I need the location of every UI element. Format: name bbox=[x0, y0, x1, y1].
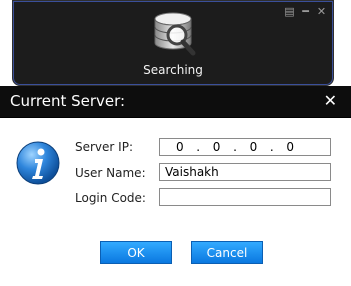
dialog-titlebar: Current Server: ✕ bbox=[0, 86, 351, 117]
database-search-icon bbox=[154, 12, 196, 56]
ip-octet-2[interactable]: 0 bbox=[213, 139, 221, 155]
ip-dot: . bbox=[233, 140, 237, 154]
ip-octet-1[interactable]: 0 bbox=[176, 139, 184, 155]
user-name-label: User Name: bbox=[75, 166, 146, 180]
searching-label: Searching bbox=[143, 63, 203, 77]
login-code-input[interactable] bbox=[159, 188, 331, 206]
cancel-button[interactable]: Cancel bbox=[191, 241, 263, 264]
close-icon[interactable]: ✕ bbox=[316, 6, 327, 17]
ip-octet-3[interactable]: 0 bbox=[250, 139, 258, 155]
dialog-content: Server IP: 0 . 0 . 0 . 0 User Name: Vais… bbox=[0, 117, 351, 286]
searching-window: ▤ ━ ✕ Searching bbox=[12, 0, 334, 86]
server-ip-input[interactable]: 0 . 0 . 0 . 0 bbox=[159, 138, 331, 156]
info-icon bbox=[16, 141, 60, 185]
ip-octet-4[interactable]: 0 bbox=[286, 139, 294, 155]
server-ip-label: Server IP: bbox=[75, 140, 133, 154]
dialog-title: Current Server: bbox=[10, 92, 126, 110]
dialog-close-button[interactable]: ✕ bbox=[324, 91, 337, 110]
window-controls: ▤ ━ ✕ bbox=[284, 6, 327, 17]
menu-icon[interactable]: ▤ bbox=[284, 6, 295, 17]
minimize-icon[interactable]: ━ bbox=[300, 6, 311, 17]
login-code-label: Login Code: bbox=[75, 191, 146, 205]
user-name-input[interactable]: Vaishakh bbox=[159, 163, 331, 181]
ok-button[interactable]: OK bbox=[100, 241, 172, 264]
ip-dot: . bbox=[196, 140, 201, 154]
ip-dot: . bbox=[269, 140, 274, 154]
current-server-dialog: Current Server: ✕ Server IP: 0 . 0 . 0 . bbox=[0, 86, 351, 286]
